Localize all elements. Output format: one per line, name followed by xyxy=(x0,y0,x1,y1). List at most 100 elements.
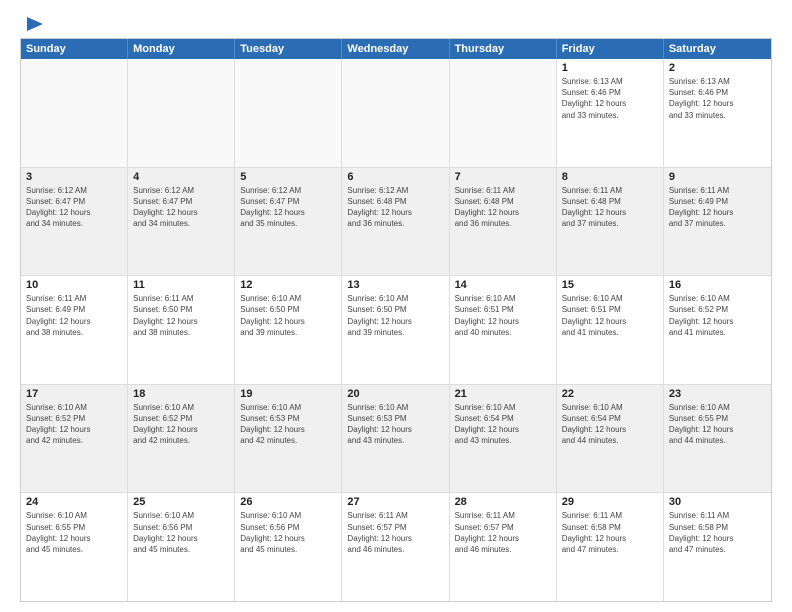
day-number: 14 xyxy=(455,279,551,291)
calendar-cell: 28Sunrise: 6:11 AM Sunset: 6:57 PM Dayli… xyxy=(450,493,557,601)
calendar-header-cell: Tuesday xyxy=(235,39,342,59)
calendar-cell: 1 Sunrise: 6:13 AM Sunset: 6:46 PM Daylig… xyxy=(557,59,664,167)
day-info: Sunrise: 6:10 AM Sunset: 6:54 PM Dayligh… xyxy=(455,402,551,447)
day-number: 7 xyxy=(455,171,551,183)
calendar-cell xyxy=(450,59,557,167)
calendar-header-cell: Sunday xyxy=(21,39,128,59)
day-number: 13 xyxy=(347,279,443,291)
day-info: Sunrise: 6:10 AM Sunset: 6:52 PM Dayligh… xyxy=(26,402,122,447)
day-number: 17 xyxy=(26,388,122,400)
day-number: 22 xyxy=(562,388,658,400)
calendar-cell: 24 Sunrise: 6:10 AM Sunset: 6:55 PM Dayli… xyxy=(21,493,128,601)
day-number: 6 xyxy=(347,171,443,183)
day-number: 23 xyxy=(669,388,766,400)
day-info: Sunrise: 6:13 AM Sunset: 6:46 PM Dayligh… xyxy=(669,76,766,121)
calendar-cell xyxy=(235,59,342,167)
day-number: 15 xyxy=(562,279,658,291)
day-number: 26 xyxy=(240,496,336,508)
day-number: 1 xyxy=(562,62,658,74)
calendar-week: 1 Sunrise: 6:13 AM Sunset: 6:46 PM Daylig… xyxy=(21,59,771,168)
calendar-cell: 3 Sunrise: 6:12 AM Sunset: 6:47 PM Daylig… xyxy=(21,168,128,276)
calendar-cell: 25 Sunrise: 6:10 AM Sunset: 6:56 PM Dayli… xyxy=(128,493,235,601)
day-number: 4 xyxy=(133,171,229,183)
calendar-cell: 15 Sunrise: 6:10 AM Sunset: 6:51 PM Dayli… xyxy=(557,276,664,384)
day-number: 11 xyxy=(133,279,229,291)
day-info: Sunrise: 6:11 AM Sunset: 6:48 PM Dayligh… xyxy=(455,185,551,230)
calendar-cell: 4 Sunrise: 6:12 AM Sunset: 6:47 PM Daylig… xyxy=(128,168,235,276)
day-info: Sunrise: 6:11 AM Sunset: 6:57 PM Dayligh… xyxy=(347,510,443,555)
calendar-cell: 19Sunrise: 6:10 AM Sunset: 6:53 PM Dayli… xyxy=(235,385,342,493)
calendar-week: 17 Sunrise: 6:10 AM Sunset: 6:52 PM Dayli… xyxy=(21,385,771,494)
day-info: Sunrise: 6:11 AM Sunset: 6:49 PM Dayligh… xyxy=(669,185,766,230)
day-number: 27 xyxy=(347,496,443,508)
calendar-header-cell: Saturday xyxy=(664,39,771,59)
day-info: Sunrise: 6:11 AM Sunset: 6:50 PM Dayligh… xyxy=(133,293,229,338)
calendar-cell: 7 Sunrise: 6:11 AM Sunset: 6:48 PM Daylig… xyxy=(450,168,557,276)
calendar-cell: 12 Sunrise: 6:10 AM Sunset: 6:50 PM Dayli… xyxy=(235,276,342,384)
calendar-header: SundayMondayTuesdayWednesdayThursdayFrid… xyxy=(21,39,771,59)
day-info: Sunrise: 6:10 AM Sunset: 6:50 PM Dayligh… xyxy=(347,293,443,338)
calendar-header-cell: Monday xyxy=(128,39,235,59)
day-number: 18 xyxy=(133,388,229,400)
calendar-header-cell: Wednesday xyxy=(342,39,449,59)
calendar-cell xyxy=(342,59,449,167)
page: SundayMondayTuesdayWednesdayThursdayFrid… xyxy=(0,0,792,612)
calendar-cell: 30 Sunrise: 6:11 AM Sunset: 6:58 PM Dayli… xyxy=(664,493,771,601)
calendar-cell: 5Sunrise: 6:12 AM Sunset: 6:47 PM Daylig… xyxy=(235,168,342,276)
calendar-cell: 26 Sunrise: 6:10 AM Sunset: 6:56 PM Dayli… xyxy=(235,493,342,601)
day-info: Sunrise: 6:10 AM Sunset: 6:56 PM Dayligh… xyxy=(240,510,336,555)
day-info: Sunrise: 6:10 AM Sunset: 6:52 PM Dayligh… xyxy=(669,293,766,338)
calendar-week: 24 Sunrise: 6:10 AM Sunset: 6:55 PM Dayli… xyxy=(21,493,771,601)
day-number: 21 xyxy=(455,388,551,400)
day-number: 30 xyxy=(669,496,766,508)
day-number: 3 xyxy=(26,171,122,183)
day-number: 9 xyxy=(669,171,766,183)
calendar-cell: 22 Sunrise: 6:10 AM Sunset: 6:54 PM Dayli… xyxy=(557,385,664,493)
calendar-cell xyxy=(21,59,128,167)
calendar-cell: 17 Sunrise: 6:10 AM Sunset: 6:52 PM Dayli… xyxy=(21,385,128,493)
day-number: 20 xyxy=(347,388,443,400)
day-number: 25 xyxy=(133,496,229,508)
calendar: SundayMondayTuesdayWednesdayThursdayFrid… xyxy=(20,38,772,602)
calendar-week: 3 Sunrise: 6:12 AM Sunset: 6:47 PM Daylig… xyxy=(21,168,771,277)
day-number: 10 xyxy=(26,279,122,291)
day-info: Sunrise: 6:10 AM Sunset: 6:51 PM Dayligh… xyxy=(455,293,551,338)
calendar-cell: 27 Sunrise: 6:11 AM Sunset: 6:57 PM Dayli… xyxy=(342,493,449,601)
day-number: 24 xyxy=(26,496,122,508)
calendar-cell xyxy=(128,59,235,167)
calendar-cell: 2 Sunrise: 6:13 AM Sunset: 6:46 PM Daylig… xyxy=(664,59,771,167)
day-number: 16 xyxy=(669,279,766,291)
calendar-cell: 8Sunrise: 6:11 AM Sunset: 6:48 PM Daylig… xyxy=(557,168,664,276)
calendar-header-cell: Friday xyxy=(557,39,664,59)
day-info: Sunrise: 6:11 AM Sunset: 6:58 PM Dayligh… xyxy=(669,510,766,555)
day-info: Sunrise: 6:10 AM Sunset: 6:55 PM Dayligh… xyxy=(669,402,766,447)
day-number: 2 xyxy=(669,62,766,74)
day-info: Sunrise: 6:10 AM Sunset: 6:51 PM Dayligh… xyxy=(562,293,658,338)
day-info: Sunrise: 6:12 AM Sunset: 6:47 PM Dayligh… xyxy=(26,185,122,230)
day-info: Sunrise: 6:10 AM Sunset: 6:52 PM Dayligh… xyxy=(133,402,229,447)
calendar-cell: 10 Sunrise: 6:11 AM Sunset: 6:49 PM Dayli… xyxy=(21,276,128,384)
day-info: Sunrise: 6:12 AM Sunset: 6:47 PM Dayligh… xyxy=(133,185,229,230)
day-info: Sunrise: 6:10 AM Sunset: 6:53 PM Dayligh… xyxy=(240,402,336,447)
calendar-cell: 6 Sunrise: 6:12 AM Sunset: 6:48 PM Daylig… xyxy=(342,168,449,276)
day-info: Sunrise: 6:10 AM Sunset: 6:50 PM Dayligh… xyxy=(240,293,336,338)
calendar-cell: 20 Sunrise: 6:10 AM Sunset: 6:53 PM Dayli… xyxy=(342,385,449,493)
day-info: Sunrise: 6:10 AM Sunset: 6:54 PM Dayligh… xyxy=(562,402,658,447)
day-info: Sunrise: 6:11 AM Sunset: 6:57 PM Dayligh… xyxy=(455,510,551,555)
calendar-body: 1 Sunrise: 6:13 AM Sunset: 6:46 PM Daylig… xyxy=(21,59,771,601)
logo-icon xyxy=(23,15,45,33)
calendar-cell: 21 Sunrise: 6:10 AM Sunset: 6:54 PM Dayli… xyxy=(450,385,557,493)
day-info: Sunrise: 6:11 AM Sunset: 6:49 PM Dayligh… xyxy=(26,293,122,338)
day-number: 12 xyxy=(240,279,336,291)
calendar-cell: 11 Sunrise: 6:11 AM Sunset: 6:50 PM Dayli… xyxy=(128,276,235,384)
calendar-cell: 16 Sunrise: 6:10 AM Sunset: 6:52 PM Dayli… xyxy=(664,276,771,384)
day-info: Sunrise: 6:10 AM Sunset: 6:56 PM Dayligh… xyxy=(133,510,229,555)
logo xyxy=(20,15,45,30)
calendar-cell: 14 Sunrise: 6:10 AM Sunset: 6:51 PM Dayli… xyxy=(450,276,557,384)
day-info: Sunrise: 6:13 AM Sunset: 6:46 PM Dayligh… xyxy=(562,76,658,121)
day-info: Sunrise: 6:10 AM Sunset: 6:53 PM Dayligh… xyxy=(347,402,443,447)
calendar-cell: 18 Sunrise: 6:10 AM Sunset: 6:52 PM Dayli… xyxy=(128,385,235,493)
day-info: Sunrise: 6:10 AM Sunset: 6:55 PM Dayligh… xyxy=(26,510,122,555)
calendar-header-cell: Thursday xyxy=(450,39,557,59)
day-info: Sunrise: 6:12 AM Sunset: 6:48 PM Dayligh… xyxy=(347,185,443,230)
